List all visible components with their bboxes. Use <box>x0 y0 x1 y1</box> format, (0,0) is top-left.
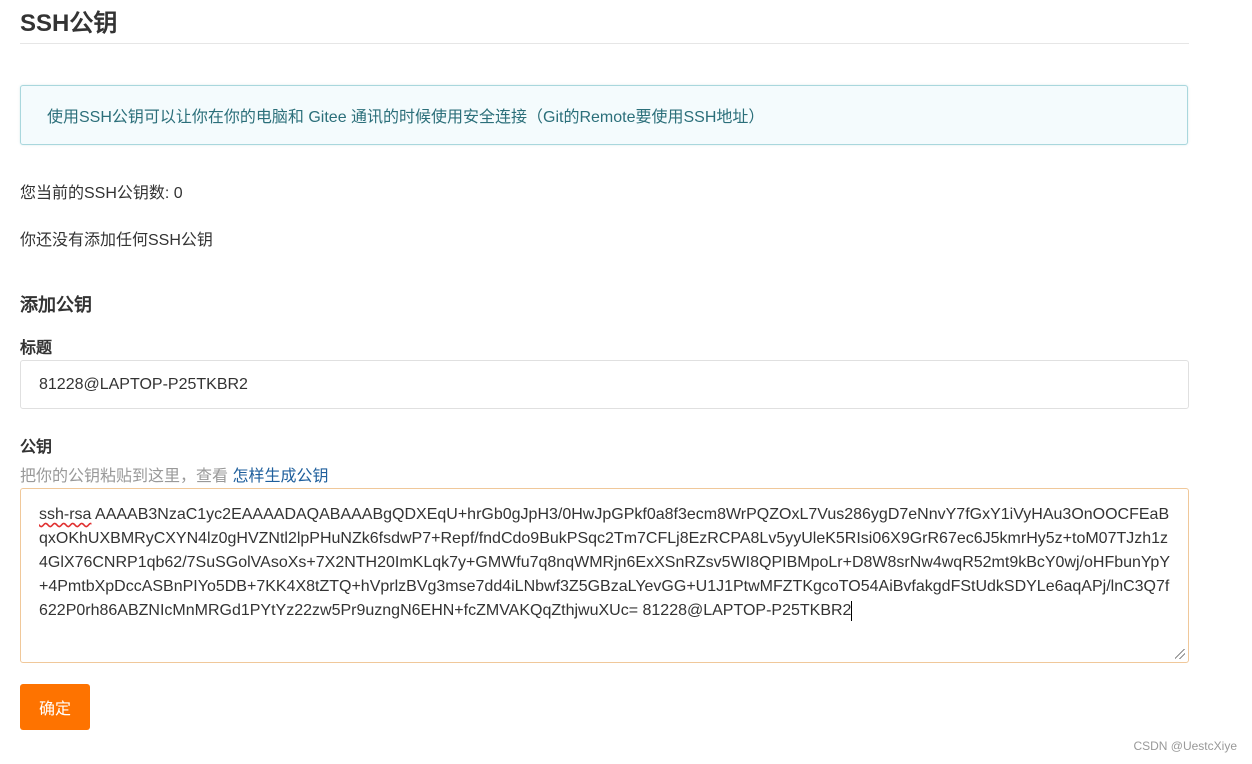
empty-state-text: 你还没有添加任何SSH公钥 <box>20 232 213 249</box>
watermark: CSDN @UestcXiye <box>1133 739 1237 753</box>
key-hint: 把你的公钥粘贴到这里，查看 怎样生成公钥 <box>20 462 328 486</box>
title-divider <box>20 43 1189 44</box>
key-hint-text: 把你的公钥粘贴到这里，查看 <box>20 468 233 485</box>
add-key-heading: 添加公钥 <box>20 295 92 315</box>
page-title: SSH公钥 <box>20 10 118 37</box>
ssh-key-count: 您当前的SSH公钥数: 0 <box>20 185 183 202</box>
ssh-keys-page: SSH公钥 使用SSH公钥可以让你在你的电脑和 Gitee 通讯的时候使用安全连… <box>0 0 1252 764</box>
title-label: 标题 <box>20 340 53 357</box>
title-input[interactable] <box>20 360 1189 409</box>
resize-handle-icon[interactable] <box>1175 649 1185 659</box>
key-body-text: AAAAB3NzaC1yc2EAAAADAQABAAABgQDXEqU+hrGb… <box>39 506 1170 619</box>
confirm-button[interactable]: 确定 <box>20 684 90 730</box>
key-label: 公钥 <box>20 439 53 456</box>
info-alert-text: 使用SSH公钥可以让你在你的电脑和 Gitee 通讯的时候使用安全连接（Git的… <box>47 109 765 126</box>
how-to-generate-key-link[interactable]: 怎样生成公钥 <box>232 468 328 485</box>
public-key-textarea[interactable]: ssh-rsa AAAAB3NzaC1yc2EAAAADAQABAAABgQDX… <box>20 488 1189 663</box>
text-cursor <box>851 600 853 621</box>
info-alert: 使用SSH公钥可以让你在你的电脑和 Gitee 通讯的时候使用安全连接（Git的… <box>20 85 1188 145</box>
key-prefix-text: ssh-rsa <box>39 506 92 523</box>
